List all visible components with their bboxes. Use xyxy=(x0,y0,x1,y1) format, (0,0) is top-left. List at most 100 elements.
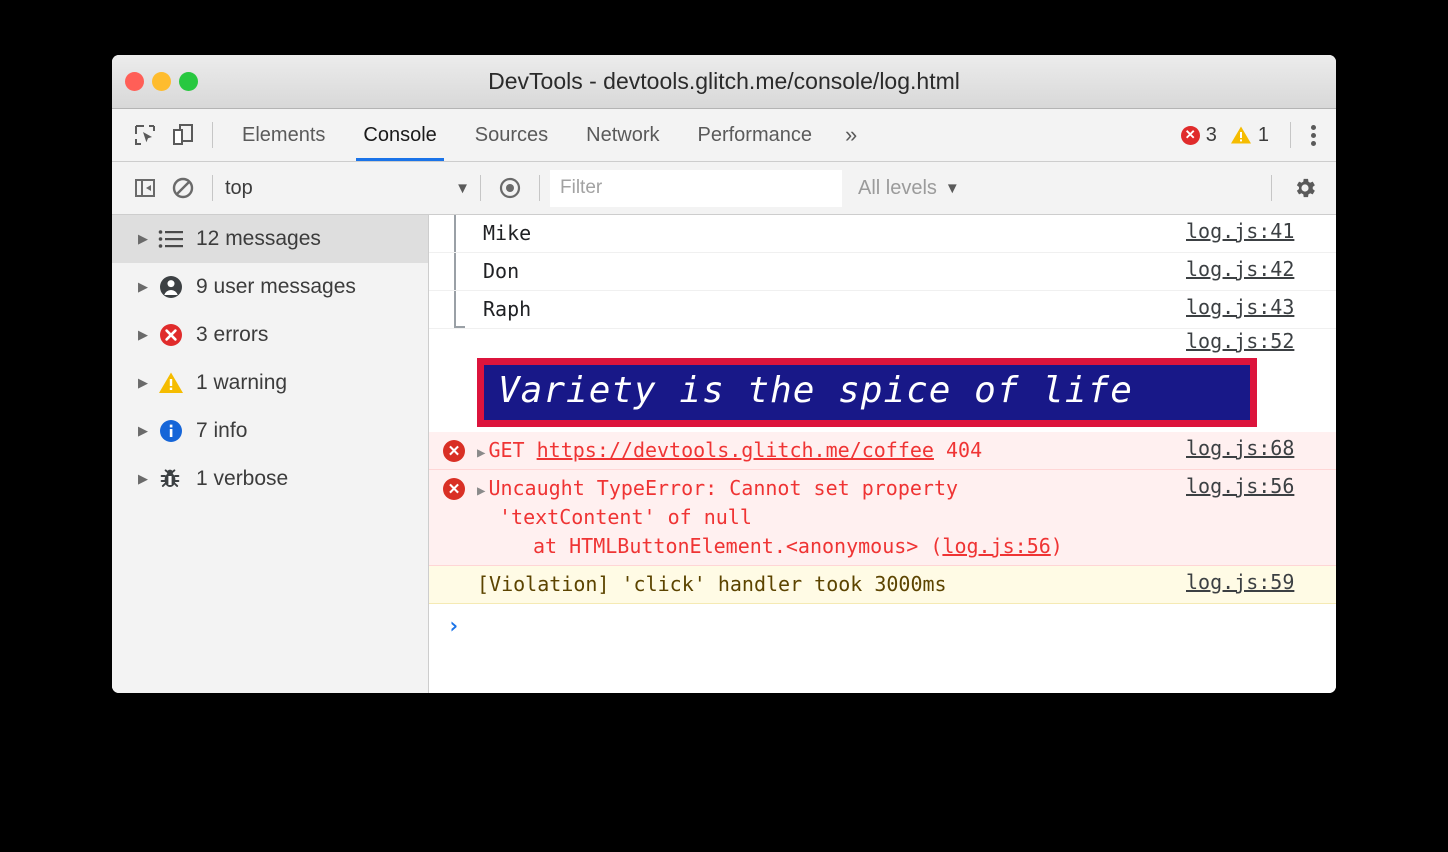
console-message-text: Mike xyxy=(483,221,532,245)
expand-triangle-icon-2[interactable]: ▶ xyxy=(477,483,485,499)
close-window-button[interactable] xyxy=(125,72,144,91)
tab-elements[interactable]: Elements xyxy=(223,109,344,161)
error-count-icon: ✕ xyxy=(1180,125,1200,145)
expand-arrow-icon-6[interactable]: ▶ xyxy=(138,471,158,487)
toolbar-divider xyxy=(212,122,213,148)
error-method: GET xyxy=(488,438,537,462)
console-row-don[interactable]: Don log.js:42 xyxy=(429,253,1336,291)
expand-triangle-icon[interactable]: ▶ xyxy=(477,445,485,461)
exception-line-2: 'textContent' of null xyxy=(499,505,752,529)
source-link-5[interactable]: log.js:68 xyxy=(1186,436,1336,465)
console-row-network-error[interactable]: ✕ ▶ GET https://devtools.glitch.me/coffee… xyxy=(429,432,1336,470)
console-filter-toolbar: top ▼ All levels ▼ xyxy=(112,162,1336,215)
device-toolbar-icon[interactable] xyxy=(164,116,202,154)
console-messages[interactable]: Mike log.js:41 Don log.js:42 Raph log.js… xyxy=(429,215,1336,693)
sidebar-item-label-2: 9 user messages xyxy=(196,275,356,298)
error-count-value: 3 xyxy=(1205,123,1217,146)
filterbar-divider xyxy=(212,175,213,201)
tab-network[interactable]: Network xyxy=(567,109,678,161)
expand-arrow-icon-2[interactable]: ▶ xyxy=(138,279,158,295)
console-exception-text: ▶ Uncaught TypeError: Cannot set property… xyxy=(429,474,1186,561)
source-link-7[interactable]: log.js:59 xyxy=(1186,570,1336,599)
kebab-menu-icon[interactable] xyxy=(1303,119,1324,152)
error-icon-row-1: ✕ xyxy=(443,440,465,462)
filterbar-divider-2 xyxy=(480,175,481,201)
filter-input[interactable] xyxy=(550,169,842,207)
toolbar-divider-2 xyxy=(1290,122,1291,148)
inspect-element-icon[interactable] xyxy=(126,116,164,154)
more-tabs-icon[interactable]: » xyxy=(831,122,871,148)
console-row-styled-banner[interactable]: log.js:52 Variety is the spice of life xyxy=(429,329,1336,427)
sidebar-item-label-3: 3 errors xyxy=(196,323,269,346)
expand-arrow-icon-4[interactable]: ▶ xyxy=(138,375,158,391)
console-message-text-3: Raph xyxy=(483,297,532,321)
console-row-violation[interactable]: [Violation] 'click' handler took 3000ms … xyxy=(429,566,1336,604)
exception-line-1: Uncaught TypeError: Cannot set property xyxy=(488,476,959,500)
traffic-lights xyxy=(112,72,198,91)
create-live-expression-icon[interactable] xyxy=(491,169,529,207)
sidebar-item-verbose[interactable]: ▶ 1 verbose xyxy=(112,455,428,503)
sidebar-item-label-6: 1 verbose xyxy=(196,467,289,490)
window-titlebar: DevTools - devtools.glitch.me/console/lo… xyxy=(112,55,1336,109)
tab-console[interactable]: Console xyxy=(344,109,455,161)
expand-arrow-icon-3[interactable]: ▶ xyxy=(138,327,158,343)
minimize-window-button[interactable] xyxy=(152,72,171,91)
expand-arrow-icon[interactable]: ▶ xyxy=(138,231,158,247)
sidebar-item-errors[interactable]: ▶ 3 errors xyxy=(112,311,428,359)
filterbar-divider-4 xyxy=(1271,175,1272,201)
source-link-2[interactable]: log.js:42 xyxy=(1186,257,1336,286)
show-console-sidebar-icon[interactable] xyxy=(126,169,164,207)
console-row-exception[interactable]: ✕ ▶ Uncaught TypeError: Cannot set proper… xyxy=(429,470,1336,566)
error-url-link[interactable]: https://devtools.glitch.me/coffee xyxy=(537,438,934,462)
console-row-mike[interactable]: Mike log.js:41 xyxy=(429,215,1336,253)
error-status-code: 404 xyxy=(933,438,983,462)
warning-icon xyxy=(158,371,192,395)
issue-counters[interactable]: ✕ 3 1 xyxy=(1180,123,1276,147)
source-link-6[interactable]: log.js:56 xyxy=(1186,474,1336,561)
list-icon xyxy=(158,229,192,249)
prompt-chevron-icon: › xyxy=(447,614,461,639)
source-link-4[interactable]: log.js:52 xyxy=(1186,329,1336,353)
log-levels-selector[interactable]: All levels ▼ xyxy=(858,177,960,200)
expand-arrow-icon-5[interactable]: ▶ xyxy=(138,423,158,439)
sidebar-item-warnings[interactable]: ▶ 1 warning xyxy=(112,359,428,407)
user-icon xyxy=(158,274,192,300)
zoom-window-button[interactable] xyxy=(179,72,198,91)
sidebar-item-label-5: 7 info xyxy=(196,419,248,442)
execution-context-selector[interactable]: top ▼ xyxy=(225,177,470,200)
bug-icon xyxy=(158,467,192,491)
settings-gear-icon[interactable] xyxy=(1286,169,1324,207)
console-sidebar: ▶ 12 messages ▶ 9 user messages ▶ 3 erro… xyxy=(112,215,429,693)
log-levels-value: All levels xyxy=(858,176,937,199)
devtools-tabbar: Elements Console Sources Network Perform… xyxy=(112,109,1336,162)
tab-performance[interactable]: Performance xyxy=(679,109,832,161)
execution-context-value: top xyxy=(225,176,253,199)
tab-sources[interactable]: Sources xyxy=(456,109,567,161)
sidebar-item-info[interactable]: ▶ 7 info xyxy=(112,407,428,455)
window-title: DevTools - devtools.glitch.me/console/lo… xyxy=(488,68,960,94)
exception-stack-link[interactable]: log.js:56 xyxy=(942,534,1050,558)
styled-message-text: Variety is the spice of life xyxy=(484,365,1250,420)
source-link-3[interactable]: log.js:43 xyxy=(1186,295,1336,324)
chevron-down-icon-2: ▼ xyxy=(944,179,960,197)
console-message-text-2: Don xyxy=(483,259,520,283)
devtools-window: DevTools - devtools.glitch.me/console/lo… xyxy=(112,55,1336,693)
error-icon-row-2: ✕ xyxy=(443,478,465,500)
console-error-text: ▶ GET https://devtools.glitch.me/coffee 4… xyxy=(429,436,1186,465)
info-icon xyxy=(158,418,192,444)
console-violation-text: [Violation] 'click' handler took 3000ms xyxy=(477,572,947,596)
warning-count-icon xyxy=(1230,125,1252,145)
sidebar-item-user-messages[interactable]: ▶ 9 user messages xyxy=(112,263,428,311)
sidebar-item-label: 12 messages xyxy=(196,227,321,250)
console-body: ▶ 12 messages ▶ 9 user messages ▶ 3 erro… xyxy=(112,215,1336,693)
exception-stack-line: at HTMLButtonElement.<anonymous> (log.js… xyxy=(477,532,1186,561)
console-row-raph[interactable]: Raph log.js:43 xyxy=(429,291,1336,329)
filterbar-divider-3 xyxy=(539,175,540,201)
clear-console-icon[interactable] xyxy=(164,169,202,207)
sidebar-item-label-4: 1 warning xyxy=(196,371,288,394)
console-prompt[interactable]: › xyxy=(429,604,1336,644)
sidebar-item-messages[interactable]: ▶ 12 messages xyxy=(112,215,428,263)
panel-tabs: Elements Console Sources Network Perform… xyxy=(223,109,871,161)
source-link[interactable]: log.js:41 xyxy=(1186,219,1336,248)
exception-line-3-prefix: at HTMLButtonElement.<anonymous> ( xyxy=(533,534,943,558)
